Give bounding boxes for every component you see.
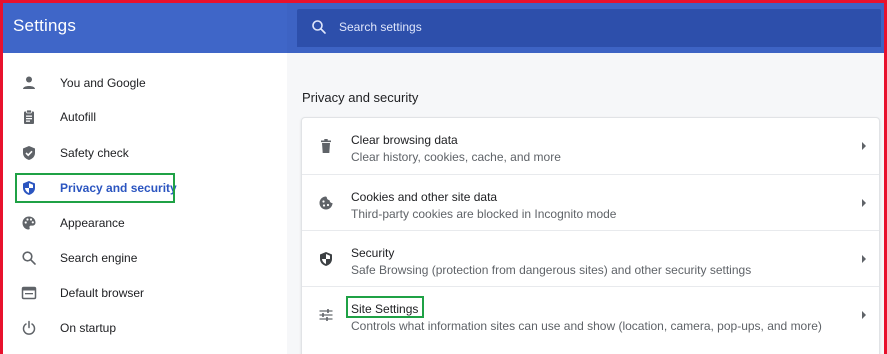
row-security[interactable]: Security Safe Browsing (protection from …	[302, 230, 879, 286]
row-clear-browsing-data[interactable]: Clear browsing data Clear history, cooki…	[302, 118, 879, 174]
sidebar-item-label: Autofill	[60, 110, 97, 124]
sidebar-item-label: Default browser	[60, 286, 145, 300]
screenshot-frame: Settings Search settings You and Google	[0, 0, 887, 354]
row-subtitle: Controls what information sites can use …	[351, 319, 822, 333]
sidebar-item-label: Safety check	[60, 146, 129, 160]
section-title: Privacy and security	[302, 90, 419, 105]
search-input[interactable]: Search settings	[339, 20, 422, 34]
row-subtitle: Safe Browsing (protection from dangerous…	[351, 263, 752, 277]
row-title: Security	[351, 246, 395, 260]
sidebar-item-you-and-google[interactable]: You and Google	[3, 67, 287, 101]
sidebar-item-safety-check[interactable]: Safety check	[3, 137, 287, 171]
row-subtitle: Third-party cookies are blocked in Incog…	[351, 207, 617, 221]
sidebar: You and Google Autofill Safety check Pri…	[3, 53, 287, 354]
chevron-right-icon	[862, 142, 866, 150]
sidebar-item-on-startup[interactable]: On startup	[3, 312, 287, 346]
highlight-outline	[346, 296, 424, 318]
sidebar-item-label: You and Google	[60, 76, 146, 90]
search-icon	[312, 20, 326, 34]
chevron-right-icon	[862, 199, 866, 207]
cookie-icon	[319, 196, 333, 210]
search-bar[interactable]: Search settings	[297, 9, 881, 47]
chevron-right-icon	[862, 255, 866, 263]
highlight-outline	[15, 173, 175, 203]
sidebar-item-appearance[interactable]: Appearance	[3, 207, 287, 241]
sidebar-item-label: Appearance	[60, 216, 125, 230]
header-title-area: Settings	[3, 3, 287, 53]
palette-icon	[22, 216, 36, 230]
sidebar-item-default-browser[interactable]: Default browser	[3, 277, 287, 311]
chevron-right-icon	[862, 311, 866, 319]
row-cookies-and-site-data[interactable]: Cookies and other site data Third-party …	[302, 174, 879, 230]
sidebar-item-label: Search engine	[60, 251, 138, 265]
person-icon	[23, 76, 35, 89]
row-title: Clear browsing data	[351, 133, 458, 147]
search-icon	[22, 251, 36, 265]
sidebar-item-label: On startup	[60, 321, 117, 335]
security-shield-icon	[320, 252, 332, 266]
top-toolbar: Settings Search settings	[3, 3, 884, 53]
row-subtitle: Clear history, cookies, cache, and more	[351, 150, 561, 164]
sidebar-item-search-engine[interactable]: Search engine	[3, 242, 287, 276]
clipboard-icon	[24, 109, 34, 124]
shield-check-icon	[23, 146, 35, 160]
power-icon	[22, 320, 36, 335]
settings-card: Clear browsing data Clear history, cooki…	[301, 117, 880, 354]
sidebar-item-autofill[interactable]: Autofill	[3, 101, 287, 135]
app-title: Settings	[13, 16, 77, 35]
row-title: Cookies and other site data	[351, 190, 498, 204]
main-content: Privacy and security Clear browsing data…	[287, 53, 884, 354]
browser-icon	[21, 286, 37, 300]
tune-icon	[319, 309, 333, 321]
trash-icon	[321, 139, 331, 153]
row-site-settings[interactable]: Site Settings Controls what information …	[302, 286, 879, 342]
